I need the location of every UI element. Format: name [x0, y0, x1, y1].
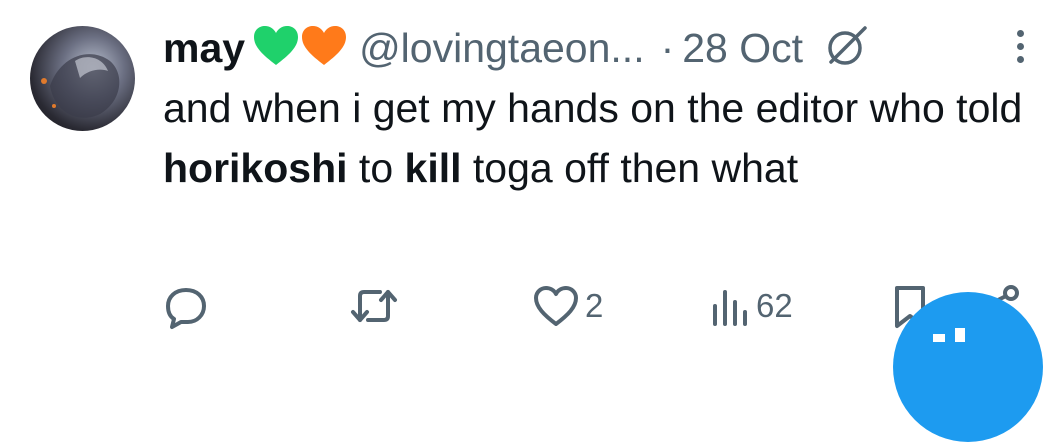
- reply-icon: [166, 288, 206, 329]
- green-heart-icon: [253, 25, 299, 72]
- retweet-button[interactable]: [350, 284, 404, 328]
- retweet-icon: [351, 290, 397, 322]
- views-button[interactable]: 62: [710, 284, 793, 328]
- tweet-text-segment: and when i get my hands on the editor wh…: [163, 85, 1023, 131]
- separator: ·: [660, 24, 675, 71]
- display-name[interactable]: may: [163, 25, 245, 72]
- tweet-text-segment: to: [347, 145, 405, 191]
- views-count: 62: [756, 287, 793, 324]
- tweet-text-bold: kill: [404, 145, 462, 191]
- grok-icon[interactable]: [825, 24, 869, 73]
- compose-icon: [933, 328, 965, 342]
- like-count: 2: [585, 287, 604, 324]
- heart-icon: [534, 286, 578, 326]
- tweet[interactable]: may @lovingtaeon... · 28 Oct and when i …: [0, 0, 1058, 442]
- reply-button[interactable]: [163, 284, 215, 330]
- avatar[interactable]: [30, 26, 135, 131]
- tweet-text: and when i get my hands on the editor wh…: [163, 78, 1043, 198]
- timestamp[interactable]: 28 Oct: [682, 25, 803, 72]
- tweet-text-bold: horikoshi: [163, 145, 348, 191]
- like-button[interactable]: 2: [533, 284, 603, 328]
- views-icon: [713, 290, 747, 326]
- orange-heart-icon: [301, 25, 347, 72]
- compose-fab[interactable]: [893, 292, 1043, 442]
- handle[interactable]: @lovingtaeon...: [359, 25, 645, 72]
- more-options-icon[interactable]: [1013, 30, 1027, 66]
- tweet-text-segment: toga off then what: [461, 145, 799, 191]
- tweet-header: may @lovingtaeon... · 28 Oct: [163, 22, 869, 74]
